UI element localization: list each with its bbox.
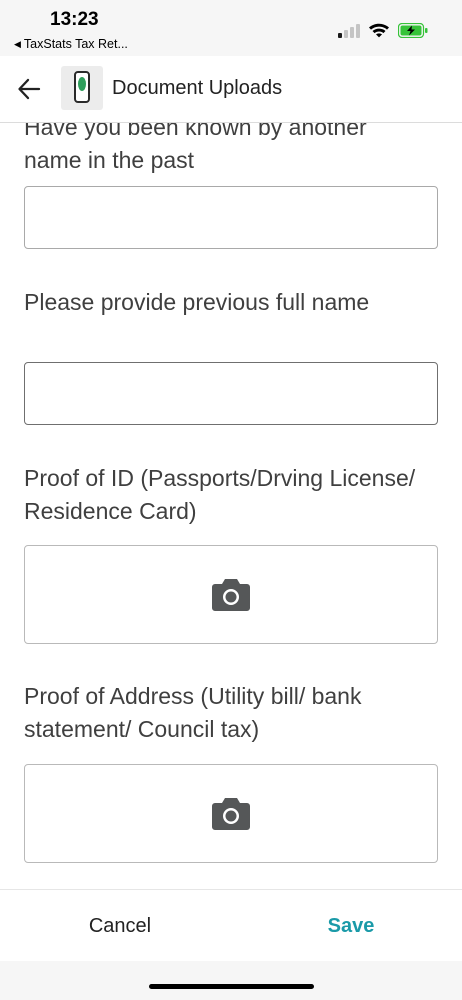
form-content[interactable]: Have you been known by another name in t… xyxy=(0,123,462,889)
battery-charging-icon xyxy=(398,23,428,38)
proof-of-address-upload[interactable] xyxy=(24,764,438,863)
cancel-button[interactable]: Cancel xyxy=(60,908,180,944)
back-to-app-link[interactable]: ◀ TaxStats Tax Ret... xyxy=(14,37,128,51)
known-by-other-name-input[interactable] xyxy=(24,186,438,249)
cellular-signal-icon xyxy=(338,24,362,38)
status-time: 13:23 xyxy=(50,9,99,30)
back-triangle-icon: ◀ xyxy=(14,39,21,49)
previous-full-name-label: Please provide previous full name xyxy=(24,289,370,315)
proof-of-id-label: Proof of ID (Passports/Drving License/ R… xyxy=(24,465,416,524)
app-logo-icon xyxy=(61,66,103,110)
previous-full-name-input[interactable] xyxy=(24,362,438,425)
back-arrow-icon[interactable] xyxy=(16,76,42,102)
proof-of-address-label: Proof of Address (Utility bill/ bank sta… xyxy=(24,683,362,742)
home-indicator[interactable] xyxy=(149,984,314,989)
page-title: Document Uploads xyxy=(112,77,283,99)
status-bar: 13:23 ◀ TaxStats Tax Ret... xyxy=(0,0,462,56)
home-indicator-area xyxy=(0,961,462,1000)
leaf-shape xyxy=(78,77,86,91)
proof-of-id-upload[interactable] xyxy=(24,545,438,644)
back-app-label: TaxStats Tax Ret... xyxy=(23,37,128,51)
camera-icon[interactable] xyxy=(211,797,251,831)
footer-actions: Cancel Save xyxy=(0,889,462,962)
save-button[interactable]: Save xyxy=(291,908,411,944)
wifi-icon xyxy=(369,23,389,38)
camera-icon[interactable] xyxy=(211,578,251,612)
app-header: Document Uploads xyxy=(0,56,462,123)
known-by-other-name-label: Have you been known by another name in t… xyxy=(24,123,367,173)
